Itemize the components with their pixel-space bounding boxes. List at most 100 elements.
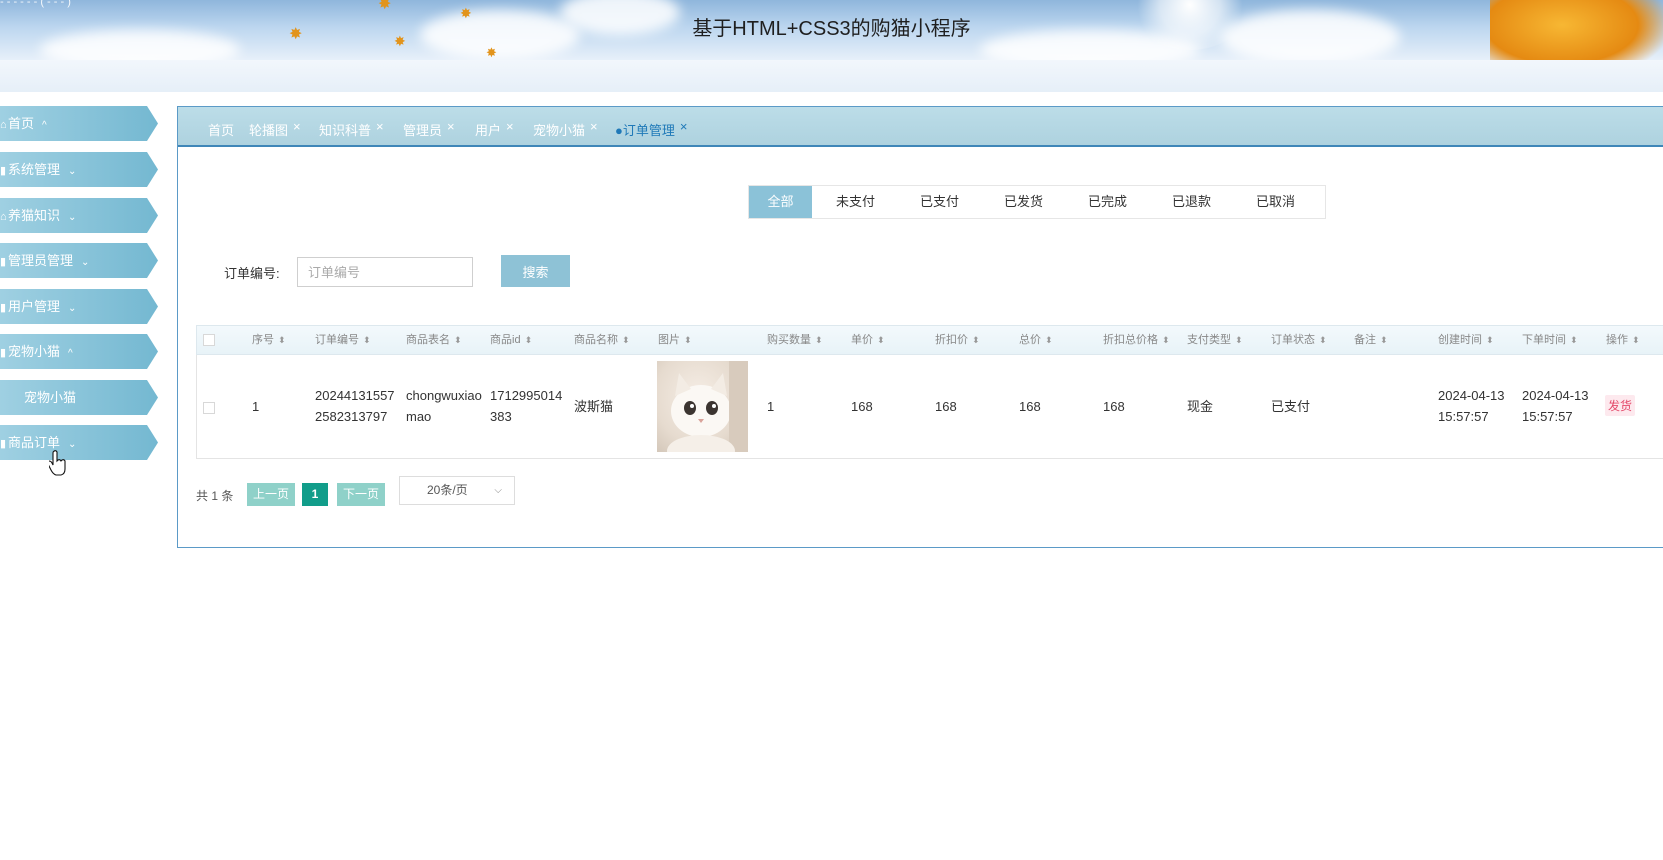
cell-line: 1712995014 — [490, 388, 563, 403]
home-icon: ⌂ — [0, 211, 7, 223]
column-header[interactable]: 总价 ⬍ — [1019, 326, 1053, 354]
chevron-up-icon: ^ — [42, 120, 47, 131]
status-tab-cancelled[interactable]: 已取消 — [1248, 186, 1303, 218]
search-button[interactable]: 搜索 — [501, 255, 570, 287]
tab-knowledge[interactable]: 知识科普 × — [319, 119, 384, 139]
sidebar-item-home[interactable]: ⌂首页 ^ — [0, 106, 158, 141]
next-page-button[interactable]: 下一页 — [337, 483, 386, 506]
tab-label: 管理员 — [403, 123, 443, 138]
select-all-checkbox[interactable] — [203, 334, 215, 346]
app-header: ✸ ✸ ✸ ✸ ✸ - - - - - - ( - - - ) 基于HTML+C… — [0, 0, 1663, 60]
sort-icon: ⬍ — [972, 335, 980, 345]
status-tab-refunded[interactable]: 已退款 — [1164, 186, 1219, 218]
column-header[interactable]: 创建时间 ⬍ — [1438, 326, 1494, 354]
page-number-current[interactable]: 1 — [302, 483, 328, 506]
column-label: 商品名称 — [574, 334, 618, 346]
column-header[interactable]: 商品id ⬍ — [490, 326, 532, 354]
chevron-down-icon: ⌄ — [68, 439, 77, 450]
leaf-icon: ✸ — [486, 46, 497, 60]
order-status-tabs: 全部 未支付 已支付 已发货 已完成 已退款 已取消 — [748, 185, 1326, 219]
column-header[interactable]: 购买数量 ⬍ — [767, 326, 823, 354]
table-row: 1 20244131557 2582313797 chongwuxiao mao… — [196, 355, 1663, 459]
sort-icon: ⬍ — [1486, 335, 1494, 345]
cat-thumbnail-image[interactable] — [657, 361, 748, 452]
sort-icon: ⬍ — [815, 335, 823, 345]
column-label: 序号 — [252, 334, 274, 346]
close-icon[interactable]: × — [376, 119, 384, 134]
tab-label: 宠物小猫 — [533, 123, 586, 138]
status-tab-shipped[interactable]: 已发货 — [996, 186, 1051, 218]
sidebar-item-pet-cats[interactable]: ▮ 宠物小猫 ^ — [0, 334, 158, 369]
column-header[interactable]: 商品名称 ⬍ — [574, 326, 630, 354]
tab-admins[interactable]: 管理员 × — [403, 119, 455, 139]
close-icon[interactable]: × — [680, 119, 688, 134]
status-tab-completed[interactable]: 已完成 — [1080, 186, 1135, 218]
prev-page-button[interactable]: 上一页 — [247, 483, 296, 506]
tab-pet-cats[interactable]: 宠物小猫 × — [533, 119, 598, 139]
close-icon[interactable]: × — [590, 119, 598, 134]
cell-index: 1 — [252, 399, 260, 414]
tab-users[interactable]: 用户 × — [475, 119, 514, 139]
column-header[interactable]: 订单状态 ⬍ — [1271, 326, 1327, 354]
column-header[interactable]: 操作 ⬍ — [1606, 326, 1640, 354]
close-icon[interactable]: × — [506, 119, 514, 134]
tab-carousel[interactable]: 轮播图 × — [249, 119, 301, 139]
ship-button[interactable]: 发货 — [1605, 395, 1636, 416]
close-icon[interactable]: × — [447, 119, 455, 134]
column-label: 总价 — [1019, 334, 1041, 346]
cell-goods-name: 波斯猫 — [574, 399, 614, 414]
cell-table-name: chongwuxiao mao — [406, 385, 482, 427]
sidebar-item-cat-knowledge[interactable]: ⌂养猫知识 ⌄ — [0, 198, 158, 233]
tab-order-management[interactable]: ●订单管理 × — [615, 119, 688, 139]
header-subbar — [0, 60, 1663, 92]
sidebar-item-label: 首页 — [8, 116, 35, 131]
column-header[interactable]: 支付类型 ⬍ — [1187, 326, 1243, 354]
column-header[interactable]: 订单编号 ⬍ — [315, 326, 371, 354]
cell-pay-type: 现金 — [1187, 399, 1214, 414]
main-panel: 首页 轮播图 × 知识科普 × 管理员 × 用户 × 宠物小猫 × ●订单管理 × 全部 未… — [177, 106, 1663, 548]
cell-line: 383 — [490, 409, 512, 424]
sidebar-item-orders[interactable]: ▮ 商品订单 ⌄ — [0, 425, 158, 460]
tab-home[interactable]: 首页 — [208, 120, 234, 139]
tab-label: 首页 — [208, 123, 235, 138]
sort-icon: ⬍ — [1319, 335, 1327, 345]
sort-icon: ⬍ — [1632, 335, 1640, 345]
column-header[interactable]: 序号 ⬍ — [252, 326, 286, 354]
column-header[interactable]: 图片 ⬍ — [658, 326, 692, 354]
row-checkbox[interactable] — [203, 402, 215, 414]
status-tab-paid[interactable]: 已支付 — [912, 186, 967, 218]
cell-ordered-at: 2024-04-13 15:57:57 — [1522, 385, 1589, 427]
column-header[interactable]: 下单时间 ⬍ — [1522, 326, 1578, 354]
sidebar-item-label: 商品订单 — [8, 435, 61, 450]
column-label: 下单时间 — [1522, 334, 1566, 346]
column-header[interactable]: 折扣价 ⬍ — [935, 326, 980, 354]
page-size-value: 20条/页 — [427, 483, 468, 497]
tab-label: 知识科普 — [319, 123, 372, 138]
column-label: 商品id — [490, 334, 521, 346]
column-header[interactable]: 商品表名 ⬍ — [406, 326, 462, 354]
cell-created-at: 2024-04-13 15:57:57 — [1438, 385, 1505, 427]
tab-label: 用户 — [475, 123, 502, 138]
column-label: 备注 — [1354, 334, 1376, 346]
sidebar-item-system[interactable]: ▮ 系统管理 ⌄ — [0, 152, 158, 187]
sort-icon: ⬍ — [1380, 335, 1388, 345]
cell-line: 15:57:57 — [1438, 409, 1489, 424]
column-header[interactable]: 单价 ⬍ — [851, 326, 885, 354]
sort-icon: ⬍ — [454, 335, 462, 345]
status-tab-unpaid[interactable]: 未支付 — [828, 186, 883, 218]
chevron-down-icon: ⌄ — [68, 166, 77, 177]
cell-line: 2024-04-13 — [1522, 388, 1589, 403]
column-header[interactable]: 折扣总价格 ⬍ — [1103, 326, 1170, 354]
order-no-input[interactable] — [297, 257, 473, 287]
sidebar-item-users[interactable]: ▮ 用户管理 ⌄ — [0, 289, 158, 324]
sort-icon: ⬍ — [622, 335, 630, 345]
column-header[interactable]: 备注 ⬍ — [1354, 326, 1388, 354]
cell-total: 168 — [1019, 399, 1041, 414]
sidebar-subitem-pet-cats[interactable]: 宠物小猫 — [0, 380, 158, 415]
sidebar-item-admins[interactable]: ▮ 管理员管理 ⌄ — [0, 243, 158, 278]
page-size-select[interactable]: 20条/页 ⌵ — [399, 476, 515, 505]
status-tab-all[interactable]: 全部 — [749, 186, 812, 218]
cell-line: 2582313797 — [315, 409, 388, 424]
close-icon[interactable]: × — [293, 119, 301, 134]
cell-status: 已支付 — [1271, 399, 1311, 414]
